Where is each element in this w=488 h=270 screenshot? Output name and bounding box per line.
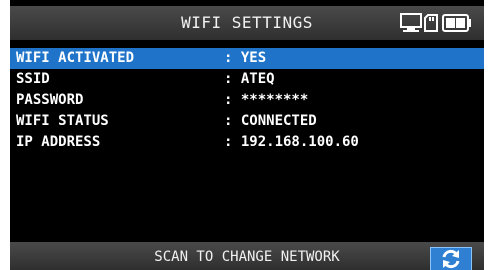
setting-row[interactable]: WIFI STATUS : CONNECTED xyxy=(10,111,484,132)
setting-value: : ATEQ xyxy=(224,71,275,87)
setting-label: SSID xyxy=(16,71,50,87)
setting-label: IP ADDRESS xyxy=(16,134,101,150)
setting-label: PASSWORD xyxy=(16,92,84,108)
setting-label: WIFI STATUS xyxy=(16,113,109,129)
scan-network-label[interactable]: SCAN TO CHANGE NETWORK xyxy=(10,242,484,270)
refresh-icon xyxy=(442,249,460,269)
setting-value: : YES xyxy=(224,50,267,66)
title-bar: WIFI SETTINGS xyxy=(10,6,484,40)
setting-row[interactable]: PASSWORD : ******** xyxy=(10,90,484,111)
setting-value: : ******** xyxy=(224,92,309,108)
setting-row[interactable]: WIFI ACTIVATED : YES xyxy=(10,48,484,69)
battery-icon xyxy=(442,14,471,32)
setting-row[interactable]: IP ADDRESS : 192.168.100.60 xyxy=(10,132,484,153)
settings-list: WIFI ACTIVATED : YES SSID : ATEQ PASSWORD : *… xyxy=(10,48,484,153)
setting-label: WIFI ACTIVATED xyxy=(16,50,135,66)
device-screen: WIFI SETTINGS WIFI ACTIVATED : YES SSID : A… xyxy=(10,0,484,270)
sd-card-icon xyxy=(424,14,438,32)
setting-value: : 192.168.100.60 xyxy=(224,134,359,150)
bottom-bar: SCAN TO CHANGE NETWORK xyxy=(10,242,484,270)
computer-icon xyxy=(400,13,422,32)
setting-value: : CONNECTED xyxy=(224,113,317,129)
refresh-button[interactable] xyxy=(430,247,472,270)
setting-row[interactable]: SSID : ATEQ xyxy=(10,69,484,90)
